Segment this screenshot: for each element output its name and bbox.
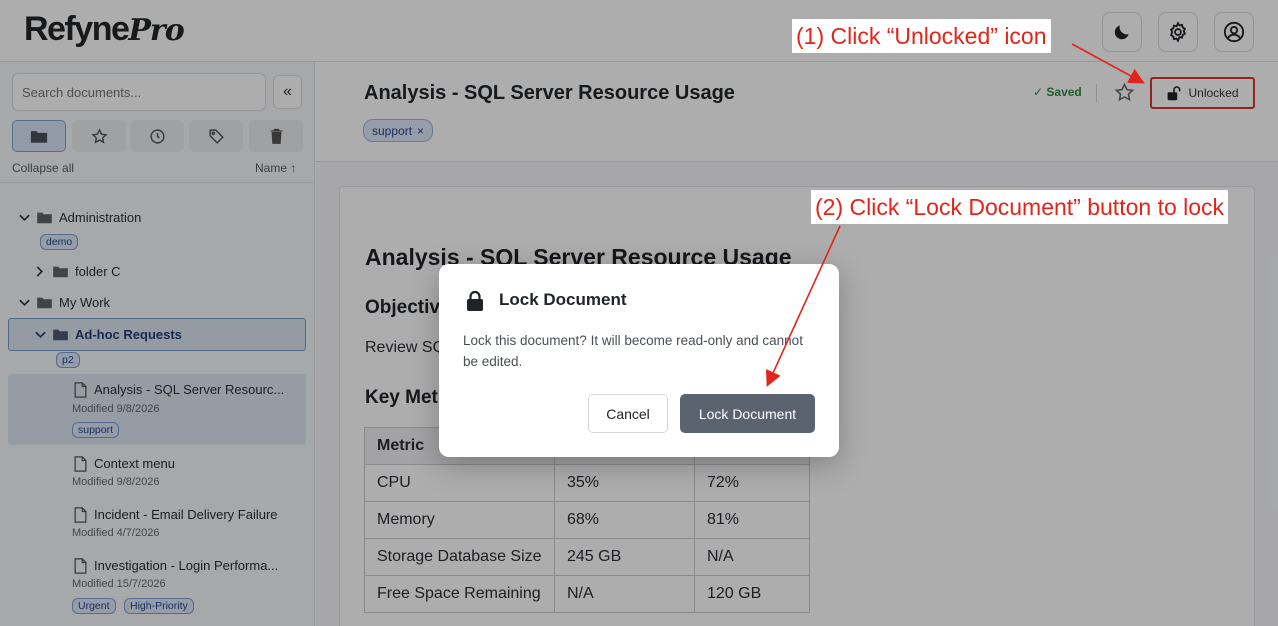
dialog-message: Lock this document? It will become read-…	[463, 333, 803, 369]
lock-document-button[interactable]: Lock Document	[680, 394, 815, 433]
annotation-step-1: (1) Click “Unlocked” icon	[792, 19, 1051, 53]
annotation-step-2: (2) Click “Lock Document” button to lock	[811, 190, 1229, 224]
dialog-title: Lock Document	[499, 290, 627, 309]
lock-icon	[467, 290, 483, 311]
lock-document-dialog: Lock Document Lock this document? It wil…	[439, 264, 839, 457]
cancel-button[interactable]: Cancel	[588, 394, 668, 433]
